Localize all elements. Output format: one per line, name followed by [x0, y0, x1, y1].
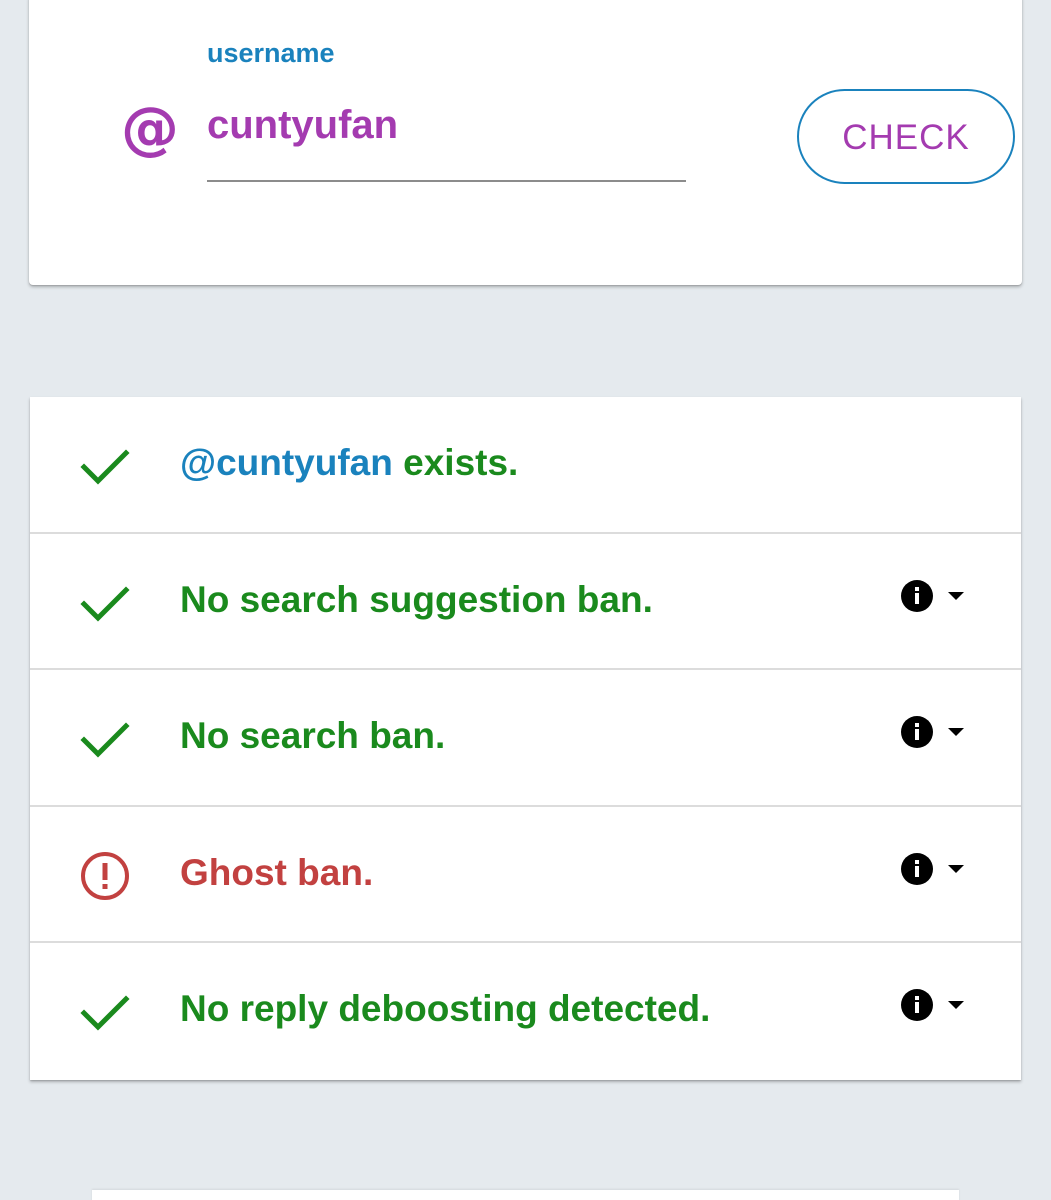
- username-handle: @cuntyufan: [180, 442, 393, 483]
- username-label: username: [207, 38, 335, 68]
- info-toggle[interactable]: [900, 578, 980, 614]
- chevron-down-icon: [948, 728, 964, 737]
- info-icon: [901, 989, 933, 1022]
- check-button[interactable]: CHECK: [797, 89, 1015, 184]
- result-label: exists.: [392, 442, 519, 483]
- check-icon: [80, 995, 130, 1031]
- result-label: No search suggestion ban.: [180, 578, 653, 620]
- results-card: @cuntyufan exists. No search suggestion …: [30, 397, 1021, 1080]
- next-card: [92, 1190, 959, 1200]
- result-text: @cuntyufan exists.: [180, 441, 518, 485]
- username-input[interactable]: [207, 100, 686, 182]
- check-icon: [80, 449, 130, 485]
- result-row-reply-deboosting: No reply deboosting detected.: [30, 943, 1021, 1080]
- chevron-down-icon: [948, 864, 964, 873]
- result-row-search-ban: No search ban.: [30, 670, 1021, 807]
- alert-circle-icon: [81, 851, 129, 900]
- info-icon: [901, 716, 933, 749]
- info-toggle[interactable]: [900, 987, 980, 1023]
- info-icon: [901, 852, 933, 885]
- result-row-search-suggestion-ban: No search suggestion ban.: [30, 534, 1021, 671]
- result-label: No reply deboosting detected.: [180, 988, 711, 1030]
- info-icon: [901, 579, 933, 612]
- result-label: Ghost ban.: [180, 851, 374, 893]
- info-toggle[interactable]: [900, 851, 980, 887]
- page: @ username CHECK @cuntyufan exists. No s…: [0, 0, 1051, 1200]
- chevron-down-icon: [948, 591, 964, 600]
- username-search-card: @ username CHECK: [29, 0, 1022, 285]
- result-row-ghost-ban: Ghost ban.: [30, 807, 1021, 944]
- at-sign-icon: @: [121, 94, 179, 162]
- result-row-exists: @cuntyufan exists.: [30, 397, 1021, 534]
- check-icon: [80, 722, 130, 758]
- info-toggle[interactable]: [900, 714, 980, 750]
- check-icon: [80, 586, 130, 622]
- chevron-down-icon: [948, 1001, 964, 1010]
- result-label: No search ban.: [180, 715, 446, 757]
